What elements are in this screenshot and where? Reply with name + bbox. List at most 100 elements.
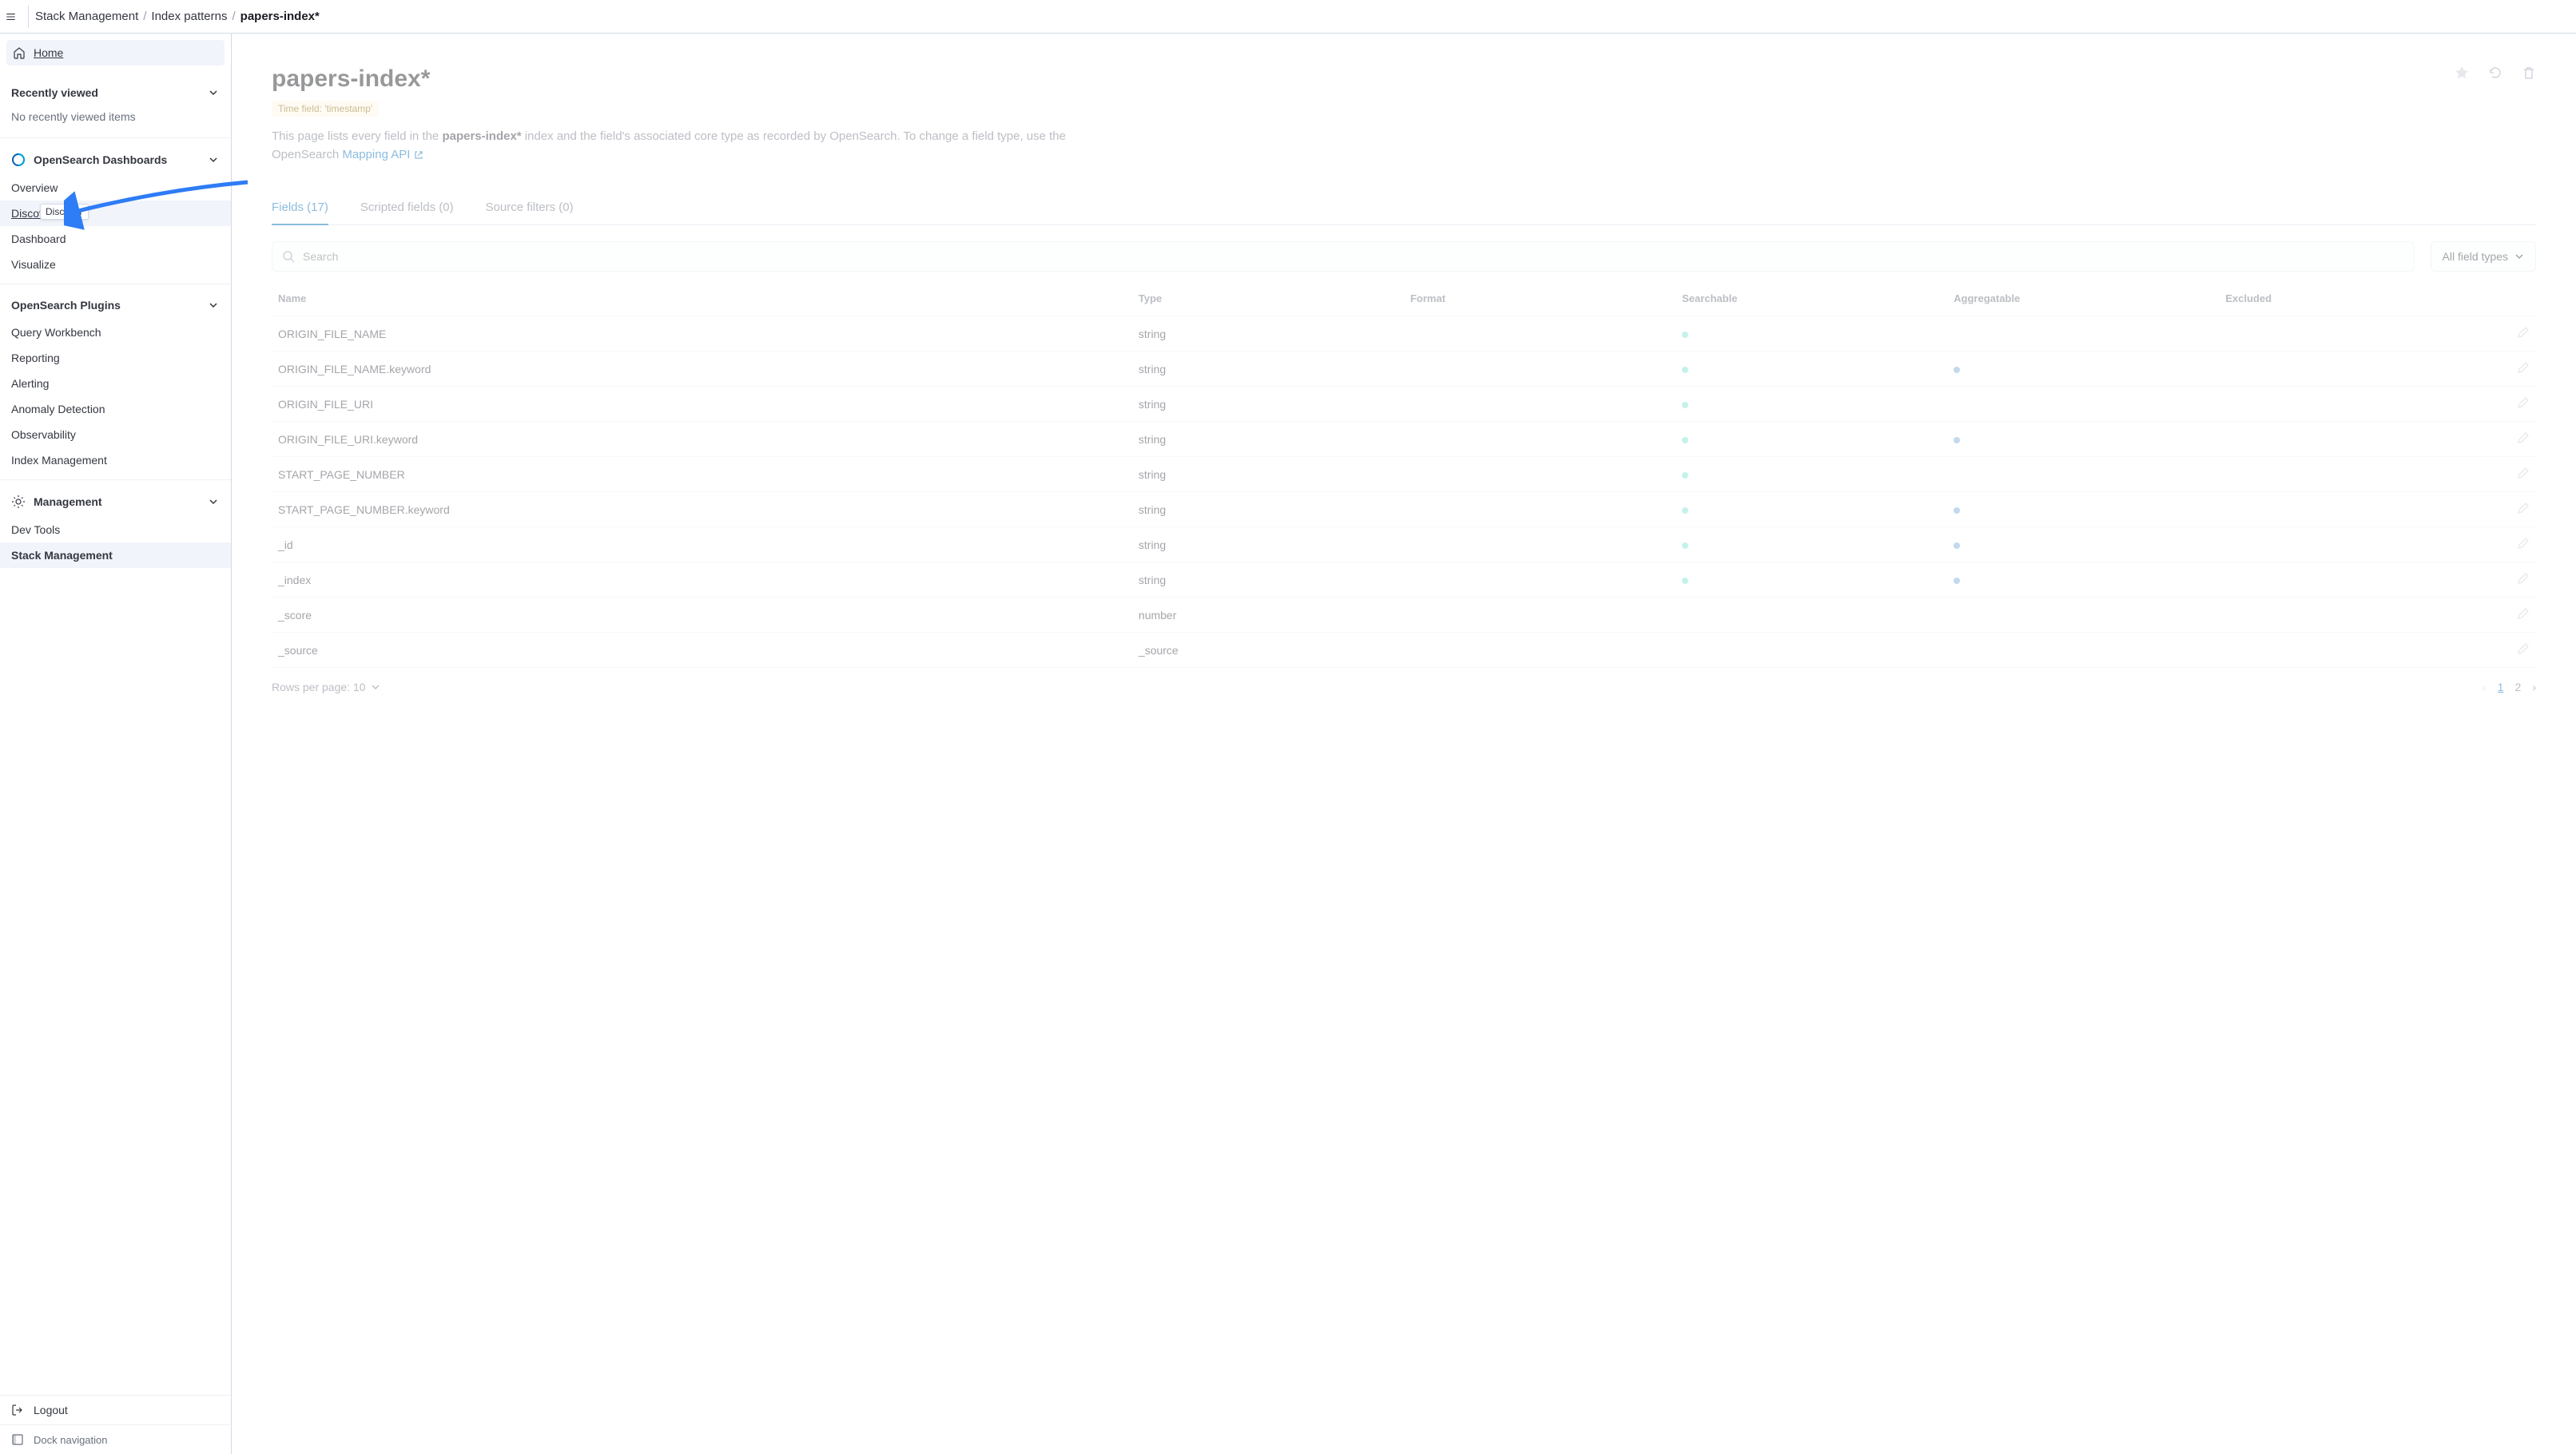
sidebar-item-reporting[interactable]: Reporting <box>0 345 231 371</box>
cell-edit <box>2446 527 2536 562</box>
refresh-icon[interactable] <box>2488 66 2502 80</box>
section-header-management[interactable]: Management <box>0 487 231 517</box>
tab-source-filters[interactable]: Source filters (0) <box>486 193 574 224</box>
tooltip-discover: Discover <box>40 204 89 220</box>
dot-searchable-icon <box>1682 332 1688 338</box>
cell-type: string <box>1132 387 1404 422</box>
section-header-plugins[interactable]: OpenSearch Plugins <box>0 291 231 320</box>
section-recently-viewed: Recently viewed No recently viewed items <box>0 72 231 138</box>
cell-format <box>1404 492 1676 527</box>
star-icon[interactable] <box>2455 66 2469 80</box>
top-bar: Stack Management / Index patterns / pape… <box>0 0 2576 34</box>
pencil-icon[interactable] <box>2517 326 2530 339</box>
cell-name: ORIGIN_FILE_NAME.keyword <box>272 352 1132 387</box>
pencil-icon[interactable] <box>2517 607 2530 620</box>
field-type-filter-button[interactable]: All field types <box>2431 241 2536 272</box>
cell-edit <box>2446 633 2536 668</box>
col-searchable[interactable]: Searchable <box>1676 281 1947 316</box>
cell-aggregatable <box>1947 316 2219 352</box>
sidebar-item-label: Reporting <box>11 352 60 364</box>
col-format[interactable]: Format <box>1404 281 1676 316</box>
home-button[interactable]: Home <box>6 40 225 66</box>
section-header-dashboards[interactable]: OpenSearch Dashboards <box>0 145 231 175</box>
section-header-recently-viewed[interactable]: Recently viewed <box>0 78 231 107</box>
chevron-down-icon <box>207 86 220 99</box>
pencil-icon[interactable] <box>2517 361 2530 374</box>
breadcrumb-index-patterns[interactable]: Index patterns <box>151 10 227 23</box>
sidebar-item-stack-management[interactable]: Stack Management <box>0 542 231 568</box>
cell-name: _id <box>272 527 1132 562</box>
cell-type: string <box>1132 492 1404 527</box>
sidebar-item-anomaly-detection[interactable]: Anomaly Detection <box>0 396 231 422</box>
sidebar-item-label: Index Management <box>11 454 107 467</box>
cell-name: ORIGIN_FILE_URI <box>272 387 1132 422</box>
pencil-icon[interactable] <box>2517 467 2530 479</box>
page-1[interactable]: 1 <box>2498 681 2504 693</box>
pencil-icon[interactable] <box>2517 396 2530 409</box>
sidebar-item-observability[interactable]: Observability <box>0 422 231 447</box>
pencil-icon[interactable] <box>2517 502 2530 514</box>
col-aggregatable[interactable]: Aggregatable <box>1947 281 2219 316</box>
sidebar-item-index-management[interactable]: Index Management <box>0 447 231 473</box>
pencil-icon[interactable] <box>2517 537 2530 550</box>
mapping-api-link[interactable]: Mapping API <box>342 148 423 161</box>
sidebar-item-overview[interactable]: Overview <box>0 175 231 201</box>
col-excluded[interactable]: Excluded <box>2219 281 2445 316</box>
sidebar: Home Recently viewed No recently viewed … <box>0 34 232 1454</box>
col-type[interactable]: Type <box>1132 281 1404 316</box>
sidebar-item-visualize[interactable]: Visualize <box>0 252 231 277</box>
cell-edit <box>2446 387 2536 422</box>
table-row: ORIGIN_FILE_URI.keywordstring <box>272 422 2536 457</box>
sidebar-item-alerting[interactable]: Alerting <box>0 371 231 396</box>
pencil-icon[interactable] <box>2517 572 2530 585</box>
dock-navigation-button[interactable]: Dock navigation <box>0 1424 231 1454</box>
trash-icon[interactable] <box>2522 66 2536 80</box>
col-name[interactable]: Name <box>272 281 1132 316</box>
nav-toggle-button[interactable] <box>6 6 29 28</box>
cell-name: ORIGIN_FILE_NAME <box>272 316 1132 352</box>
cell-excluded <box>2219 527 2445 562</box>
table-row: START_PAGE_NUMBERstring <box>272 457 2536 492</box>
logout-label: Logout <box>34 1404 68 1416</box>
sidebar-item-label: Dev Tools <box>11 523 60 536</box>
logout-button[interactable]: Logout <box>0 1395 231 1424</box>
table-row: ORIGIN_FILE_NAMEstring <box>272 316 2536 352</box>
dot-searchable-icon <box>1682 542 1688 549</box>
sidebar-item-dev-tools[interactable]: Dev Tools <box>0 517 231 542</box>
cell-edit <box>2446 316 2536 352</box>
dot-aggregatable-icon <box>1954 437 1960 443</box>
cell-name: START_PAGE_NUMBER <box>272 457 1132 492</box>
page-next[interactable]: › <box>2532 681 2536 693</box>
breadcrumb-stack[interactable]: Stack Management <box>35 10 138 23</box>
rpp-label: Rows per page: 10 <box>272 681 366 693</box>
sidebar-item-label: Dashboard <box>11 232 66 245</box>
cell-type: string <box>1132 352 1404 387</box>
cell-excluded <box>2219 352 2445 387</box>
page-list: ‹ 1 2 › <box>2483 681 2536 693</box>
tab-scripted-fields[interactable]: Scripted fields (0) <box>360 193 454 224</box>
cell-name: _source <box>272 633 1132 668</box>
tab-fields[interactable]: Fields (17) <box>272 193 328 225</box>
pencil-icon[interactable] <box>2517 431 2530 444</box>
rows-per-page-button[interactable]: Rows per page: 10 <box>272 681 380 693</box>
sidebar-item-discover[interactable]: Discover Discover <box>0 201 231 226</box>
sidebar-item-query-workbench[interactable]: Query Workbench <box>0 320 231 345</box>
chevron-down-icon <box>207 495 220 508</box>
page-prev: ‹ <box>2483 681 2487 693</box>
dot-aggregatable-icon <box>1954 367 1960 373</box>
desc-text: This page lists every field in the <box>272 129 442 143</box>
cell-format <box>1404 633 1676 668</box>
sidebar-item-label: Stack Management <box>11 549 113 562</box>
search-input[interactable] <box>303 250 2404 263</box>
pencil-icon[interactable] <box>2517 642 2530 655</box>
page-2[interactable]: 2 <box>2515 681 2522 693</box>
search-input-wrap[interactable] <box>272 241 2415 272</box>
sidebar-item-dashboard[interactable]: Dashboard <box>0 226 231 252</box>
dock-icon <box>11 1433 24 1446</box>
breadcrumb-sep: / <box>143 10 146 23</box>
cell-format <box>1404 457 1676 492</box>
cell-aggregatable <box>1947 527 2219 562</box>
cell-searchable <box>1676 527 1947 562</box>
cell-name: START_PAGE_NUMBER.keyword <box>272 492 1132 527</box>
section-title: Management <box>34 495 102 508</box>
